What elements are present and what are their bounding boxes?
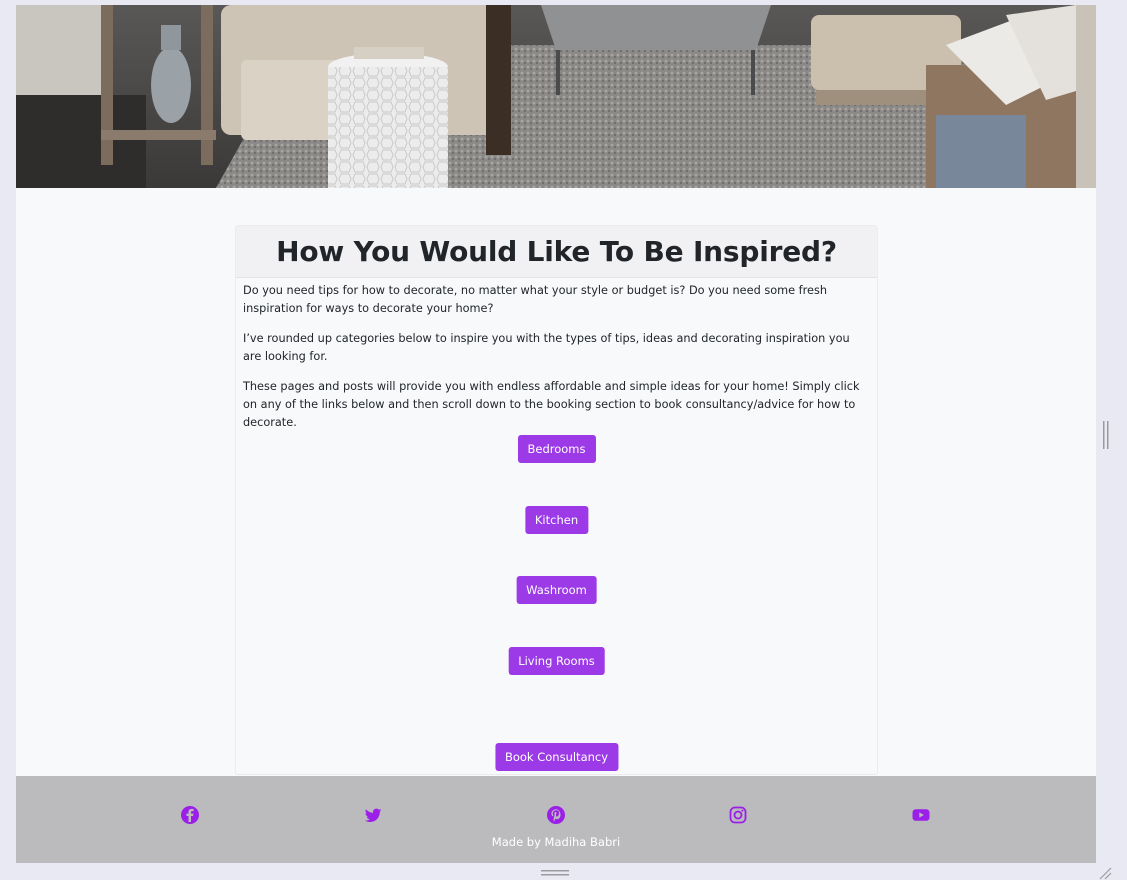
card-header: How You Would Like To Be Inspired? bbox=[236, 226, 877, 278]
instagram-icon[interactable] bbox=[728, 805, 748, 825]
pinterest-icon[interactable] bbox=[546, 805, 566, 825]
inspiration-card: How You Would Like To Be Inspired? Do yo… bbox=[235, 225, 878, 775]
living-rooms-button[interactable]: Living Rooms bbox=[508, 647, 605, 675]
kitchen-button[interactable]: Kitchen bbox=[524, 506, 589, 534]
intro-paragraph-3: These pages and posts will provide you w… bbox=[243, 380, 860, 429]
intro-paragraph-2: I’ve rounded up categories below to insp… bbox=[243, 332, 850, 363]
bedrooms-button[interactable]: Bedrooms bbox=[517, 435, 596, 463]
horizontal-resize-handle[interactable] bbox=[541, 869, 569, 877]
footer-credit: Made by Madiha Babri bbox=[491, 835, 621, 849]
facebook-icon[interactable] bbox=[180, 805, 200, 825]
page-viewport: How You Would Like To Be Inspired? Do yo… bbox=[16, 5, 1096, 863]
card-body: Do you need tips for how to decorate, no… bbox=[236, 278, 877, 432]
washroom-button[interactable]: Washroom bbox=[516, 576, 597, 604]
site-footer: Made by Madiha Babri bbox=[16, 776, 1096, 863]
vertical-resize-handle[interactable] bbox=[1102, 421, 1110, 449]
book-consultancy-button[interactable]: Book Consultancy bbox=[494, 743, 619, 771]
resize-corner-icon[interactable] bbox=[1098, 866, 1112, 880]
intro-paragraph-1: Do you need tips for how to decorate, no… bbox=[243, 284, 828, 315]
twitter-icon[interactable] bbox=[363, 805, 383, 825]
hero-image bbox=[16, 5, 1096, 188]
page-title: How You Would Like To Be Inspired? bbox=[276, 235, 837, 268]
youtube-icon[interactable] bbox=[911, 805, 931, 825]
